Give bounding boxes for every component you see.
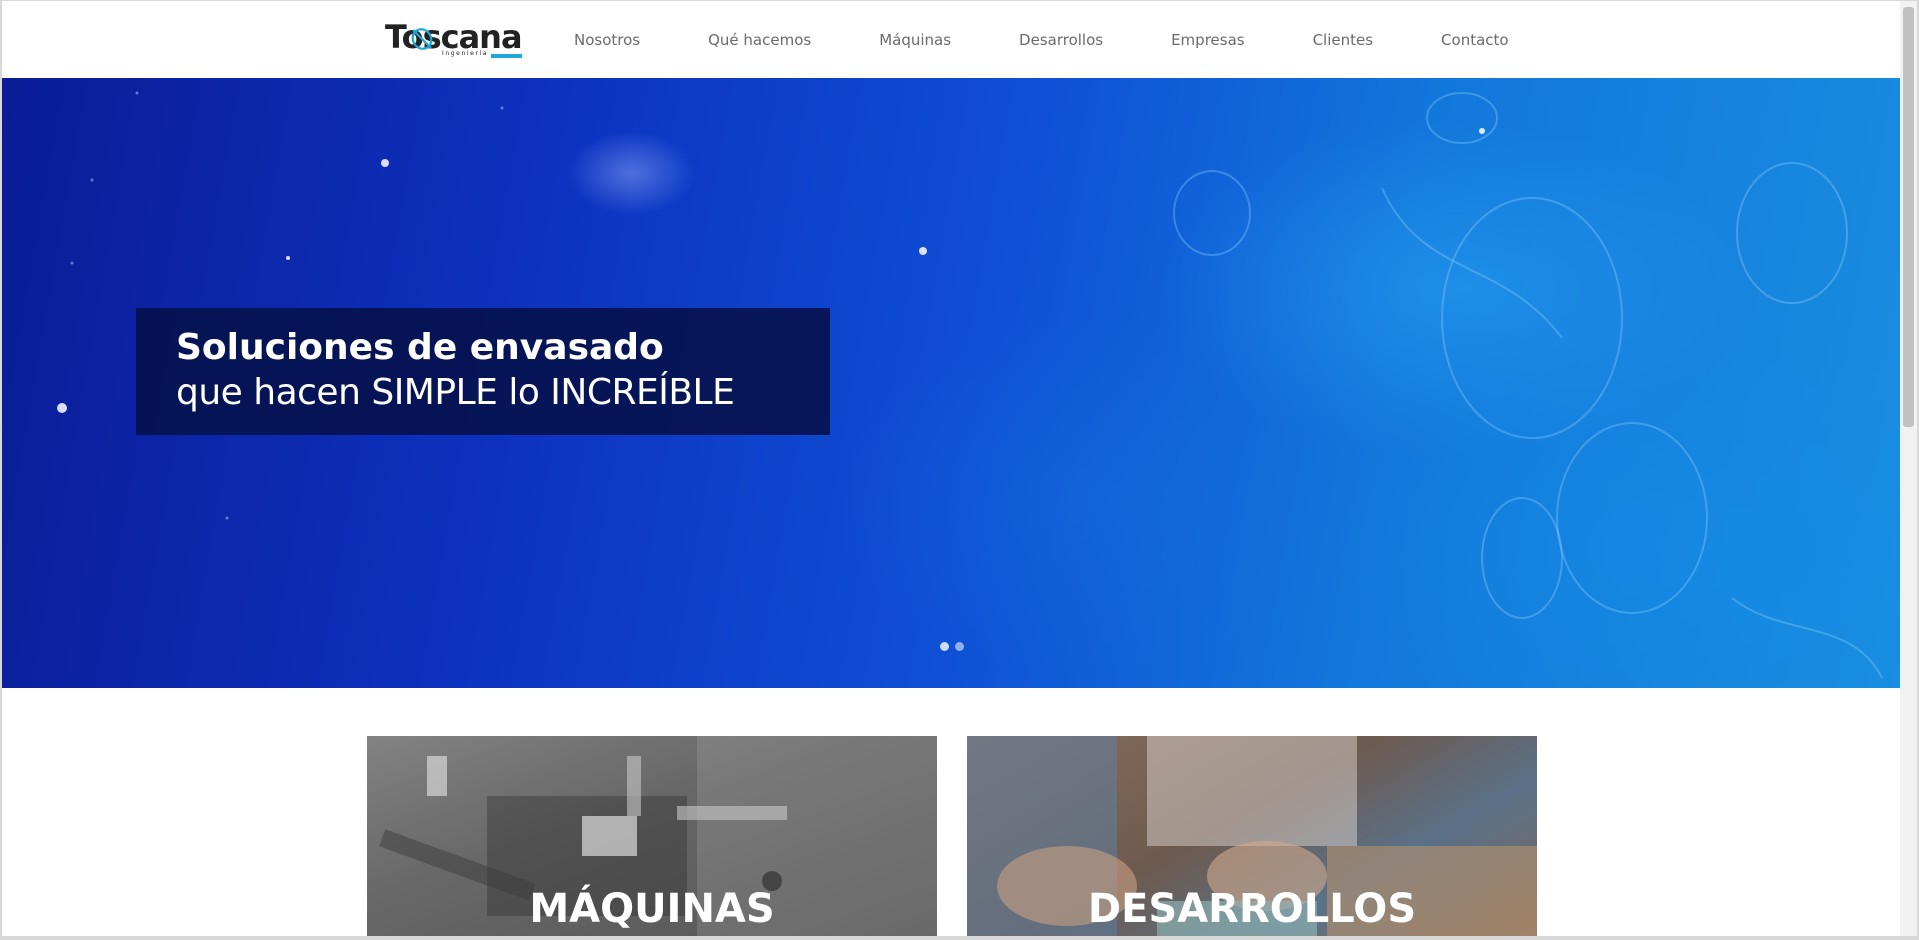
- nav-item-empresas[interactable]: Empresas: [1171, 31, 1245, 49]
- hero-title: Soluciones de envasado: [176, 327, 664, 368]
- main-nav: Nosotros Qué hacemos Máquinas Desarrollo…: [574, 1, 1509, 78]
- nav-item-nosotros[interactable]: Nosotros: [574, 31, 640, 49]
- slider-dot-icon[interactable]: [940, 642, 949, 651]
- scrollbar-thumb[interactable]: [1903, 7, 1914, 427]
- card-maquinas-label: MÁQUINAS: [529, 886, 775, 932]
- logo-subtext: Ingeniería: [442, 50, 489, 57]
- nav-item-contacto[interactable]: Contacto: [1441, 31, 1509, 49]
- toscana-logo[interactable]: Toscana Ingeniería: [385, 19, 523, 61]
- slider-dot-icon[interactable]: [955, 642, 964, 651]
- nav-item-maquinas[interactable]: Máquinas: [879, 31, 951, 49]
- slider-pagination: [940, 642, 964, 651]
- card-desarrollos-label: DESARROLLOS: [1087, 886, 1417, 932]
- nav-item-que-hacemos[interactable]: Qué hacemos: [708, 31, 811, 49]
- nav-item-clientes[interactable]: Clientes: [1313, 31, 1373, 49]
- page-scrollbar[interactable]: [1900, 1, 1917, 936]
- hero-caption-box: Soluciones de envasado que hacen SIMPLE …: [136, 308, 830, 435]
- card-desarrollos[interactable]: DESARROLLOS: [967, 736, 1537, 936]
- browser-viewport: Toscana Ingeniería Nosotros Qué hacemos …: [2, 1, 1900, 936]
- site-header: Toscana Ingeniería Nosotros Qué hacemos …: [2, 1, 1900, 78]
- hero-subtitle: que hacen SIMPLE lo INCREÍBLE: [176, 372, 735, 413]
- card-maquinas[interactable]: MÁQUINAS: [367, 736, 937, 936]
- hero-slider: Soluciones de envasado que hacen SIMPLE …: [2, 78, 1900, 688]
- logo-accent-bar: [491, 54, 522, 58]
- nav-item-desarrollos[interactable]: Desarrollos: [1019, 31, 1103, 49]
- toscana-logo-icon: [411, 28, 433, 50]
